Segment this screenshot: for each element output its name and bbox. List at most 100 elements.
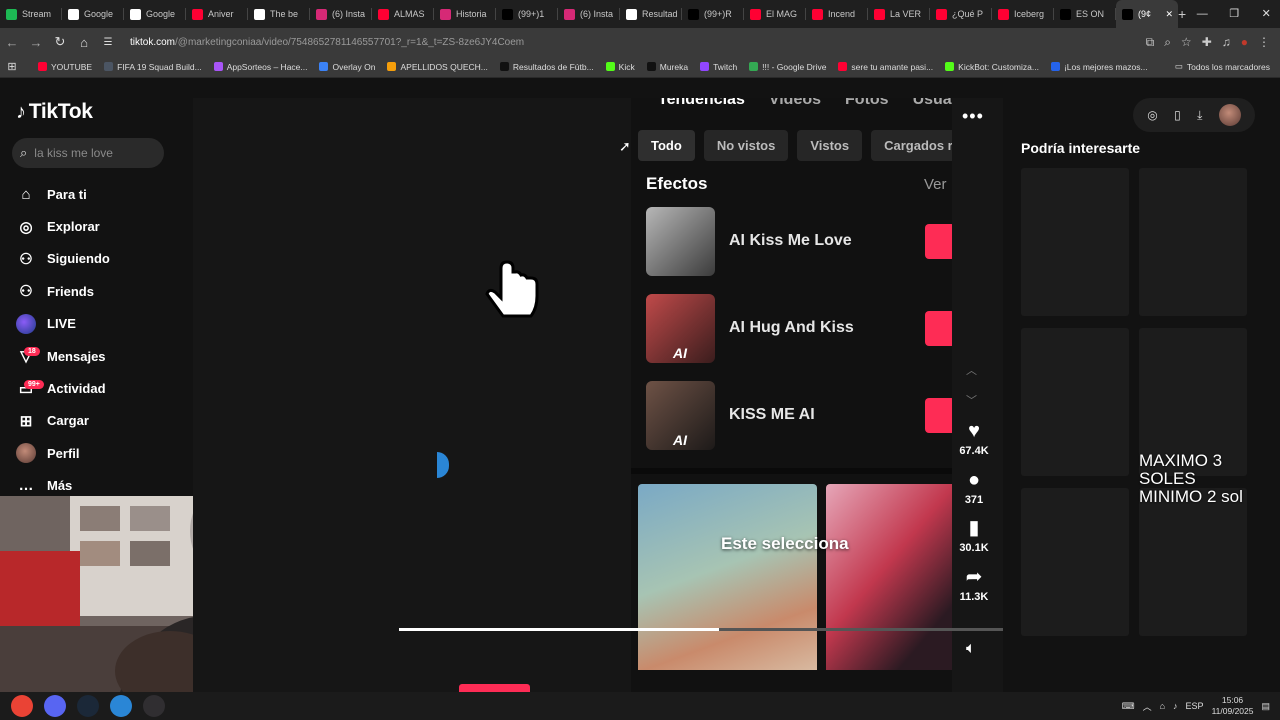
suggestion-card[interactable] bbox=[1139, 488, 1247, 636]
reload-icon[interactable]: ↻ bbox=[48, 34, 72, 50]
speaker-icon[interactable]: ♪ bbox=[1173, 701, 1178, 711]
sidebar-item-cargar[interactable]: ⊞ Cargar bbox=[16, 405, 186, 437]
video-player[interactable]: Tendencias Videos Fotos Usuar Todo No vistos… bbox=[193, 98, 1003, 692]
browser-tab[interactable]: (6) Insta bbox=[310, 0, 372, 28]
browser-tab[interactable]: ALMAS bbox=[372, 0, 434, 28]
clock[interactable]: 15:06 11/09/2025 bbox=[1212, 695, 1254, 717]
like-button[interactable]: ♥ 67.4K bbox=[952, 419, 996, 457]
browser-tab[interactable]: Stream bbox=[0, 0, 62, 28]
suggestion-card[interactable] bbox=[1021, 488, 1129, 636]
sidebar-item-siguiendo[interactable]: ⚇ Siguiendo bbox=[16, 243, 186, 275]
forward-icon[interactable]: → bbox=[24, 35, 48, 50]
bookmark-item[interactable]: YOUTUBE bbox=[38, 62, 92, 72]
bookmark-item[interactable]: Overlay On bbox=[319, 62, 375, 72]
site-info-icon[interactable]: ☰ bbox=[96, 37, 120, 48]
suggestion-card[interactable] bbox=[1021, 328, 1129, 476]
zoom-icon[interactable]: ⌕ bbox=[1164, 35, 1171, 50]
tiktok-logo[interactable]: ♪ TikTok bbox=[16, 100, 93, 124]
suggestion-card[interactable] bbox=[1139, 168, 1247, 316]
browser-tab[interactable]: Historia bbox=[434, 0, 496, 28]
browser-tab[interactable]: (9¢ ✕ bbox=[1116, 0, 1178, 28]
previous-video-icon[interactable]: ︿ bbox=[966, 362, 977, 378]
restore-icon[interactable]: ❐ bbox=[1218, 0, 1250, 28]
network-icon[interactable]: ⌂ bbox=[1160, 701, 1165, 711]
download-icon[interactable]: ⤓ bbox=[1197, 108, 1202, 123]
sidebar-item-mensajes[interactable]: ▽ 18 Mensajes bbox=[16, 340, 186, 372]
bookmark-item[interactable]: AppSorteos – Hace... bbox=[213, 62, 307, 72]
tab-label: Iceberg bbox=[1014, 9, 1045, 19]
bookmark-item[interactable]: !!! - Google Drive bbox=[749, 62, 826, 72]
browser-tab[interactable]: ES ON bbox=[1054, 0, 1116, 28]
user-avatar[interactable] bbox=[1218, 104, 1241, 126]
sidebar-item-live[interactable]: LIVE bbox=[16, 308, 186, 340]
sidebar-item-parati[interactable]: ⌂ Para ti bbox=[16, 178, 186, 210]
bookmark-item[interactable]: ¡Los mejores mazos... bbox=[1050, 62, 1148, 72]
all-bookmarks[interactable]: ▭ Todos los marcadores bbox=[1175, 61, 1270, 72]
browser-tab[interactable]: La VER bbox=[868, 0, 930, 28]
profile-icon[interactable]: ● bbox=[1241, 35, 1248, 50]
tab-favicon-icon bbox=[936, 8, 947, 20]
extensions-icon[interactable]: ✚ bbox=[1202, 35, 1212, 50]
lang-indicator[interactable]: ESP bbox=[1186, 701, 1204, 711]
browser-tab[interactable]: Iceberg bbox=[992, 0, 1054, 28]
url-field[interactable]: tiktok.com/@marketingconiaa/video/754865… bbox=[130, 37, 1110, 48]
sidebar-item-explorar[interactable]: ◎ Explorar bbox=[16, 210, 186, 242]
sidebar-item-friends[interactable]: ⚇ Friends bbox=[16, 275, 186, 307]
obs-icon[interactable] bbox=[143, 695, 165, 717]
browser-tab[interactable]: Incend bbox=[806, 0, 868, 28]
mouse-pointer-icon: ➚ bbox=[619, 138, 631, 154]
back-icon[interactable]: ← bbox=[0, 35, 24, 50]
bookmark-item[interactable]: Mureka bbox=[646, 62, 688, 72]
next-video-icon[interactable]: ﹀ bbox=[966, 392, 977, 408]
volume-icon[interactable]: 🔈︎ bbox=[966, 640, 976, 658]
minimize-icon[interactable]: — bbox=[1186, 0, 1218, 28]
close-tab-icon[interactable]: ✕ bbox=[1165, 9, 1173, 20]
new-tab-button[interactable]: + bbox=[1178, 6, 1186, 22]
sidebar-item-perfil[interactable]: Perfil bbox=[16, 437, 186, 469]
streamlabs-icon[interactable] bbox=[110, 695, 132, 717]
browser-tab[interactable]: El MAG bbox=[744, 0, 806, 28]
bookmark-item[interactable]: Kick bbox=[605, 62, 635, 72]
notifications-icon[interactable]: ▤ bbox=[1261, 701, 1270, 712]
keyboard-icon[interactable]: ⌨ bbox=[1122, 701, 1135, 712]
share-button[interactable]: ➦ 11.3K bbox=[952, 565, 996, 603]
browser-tab[interactable]: Aniver bbox=[186, 0, 248, 28]
search-input[interactable]: ⌕ la kiss me love bbox=[12, 138, 164, 168]
browser-tab[interactable]: Google bbox=[124, 0, 186, 28]
device-icon[interactable]: ▯ bbox=[1174, 108, 1181, 122]
sidebar-item-label: Perfil bbox=[47, 445, 80, 461]
suggestion-card[interactable] bbox=[1021, 168, 1129, 316]
more-options-icon[interactable]: ••• bbox=[962, 106, 984, 127]
steam-icon[interactable] bbox=[77, 695, 99, 717]
home-button-icon[interactable]: ⌂ bbox=[72, 35, 96, 50]
discord-icon[interactable] bbox=[44, 695, 66, 717]
browser-tab[interactable]: ¿Qué P bbox=[930, 0, 992, 28]
bookmark-item[interactable]: Twitch bbox=[700, 62, 737, 72]
comment-button[interactable]: ● 371 bbox=[952, 468, 996, 506]
bookmark-item[interactable]: sere tu amante pasi... bbox=[838, 62, 933, 72]
video-progress-bar[interactable] bbox=[399, 628, 1003, 631]
close-window-icon[interactable]: ✕ bbox=[1250, 0, 1280, 28]
bookmark-item[interactable]: KickBot: Customiza... bbox=[945, 62, 1039, 72]
sidebar-nav: ⌂ Para ti ◎ Explorar ⚇ Siguiendo ⚇ Friends LIVE ▽… bbox=[16, 178, 186, 502]
tray-chevron-icon[interactable]: ︿ bbox=[1143, 700, 1152, 713]
media-controls-icon[interactable]: ♫ bbox=[1222, 35, 1231, 50]
bookmark-favicon-icon bbox=[945, 62, 955, 71]
install-app-icon[interactable]: ⧉ bbox=[1146, 35, 1155, 50]
bookmark-item[interactable]: Resultados de Fútb... bbox=[499, 62, 594, 72]
browser-tab[interactable]: (99+)R bbox=[682, 0, 744, 28]
explore-compass-icon[interactable]: ◎ bbox=[1147, 108, 1157, 122]
bookmark-item[interactable]: APELLIDOS QUECH... bbox=[387, 62, 488, 72]
chrome-icon[interactable] bbox=[11, 695, 33, 717]
apps-grid-icon[interactable]: ⊞ bbox=[0, 60, 24, 73]
browser-tab[interactable]: The be bbox=[248, 0, 310, 28]
browser-tab[interactable]: Google bbox=[62, 0, 124, 28]
menu-icon[interactable]: ⋮ bbox=[1258, 35, 1270, 50]
browser-tab[interactable]: (99+)1 bbox=[496, 0, 558, 28]
browser-tab[interactable]: (6) Insta bbox=[558, 0, 620, 28]
sidebar-item-actividad[interactable]: ▭ 99+ Actividad bbox=[16, 372, 186, 404]
browser-tab[interactable]: Resultad bbox=[620, 0, 682, 28]
bookmark-star-icon[interactable]: ☆ bbox=[1181, 35, 1192, 50]
bookmark-item[interactable]: FIFA 19 Squad Build... bbox=[104, 62, 202, 72]
save-button[interactable]: ▮ 30.1K bbox=[952, 516, 996, 554]
